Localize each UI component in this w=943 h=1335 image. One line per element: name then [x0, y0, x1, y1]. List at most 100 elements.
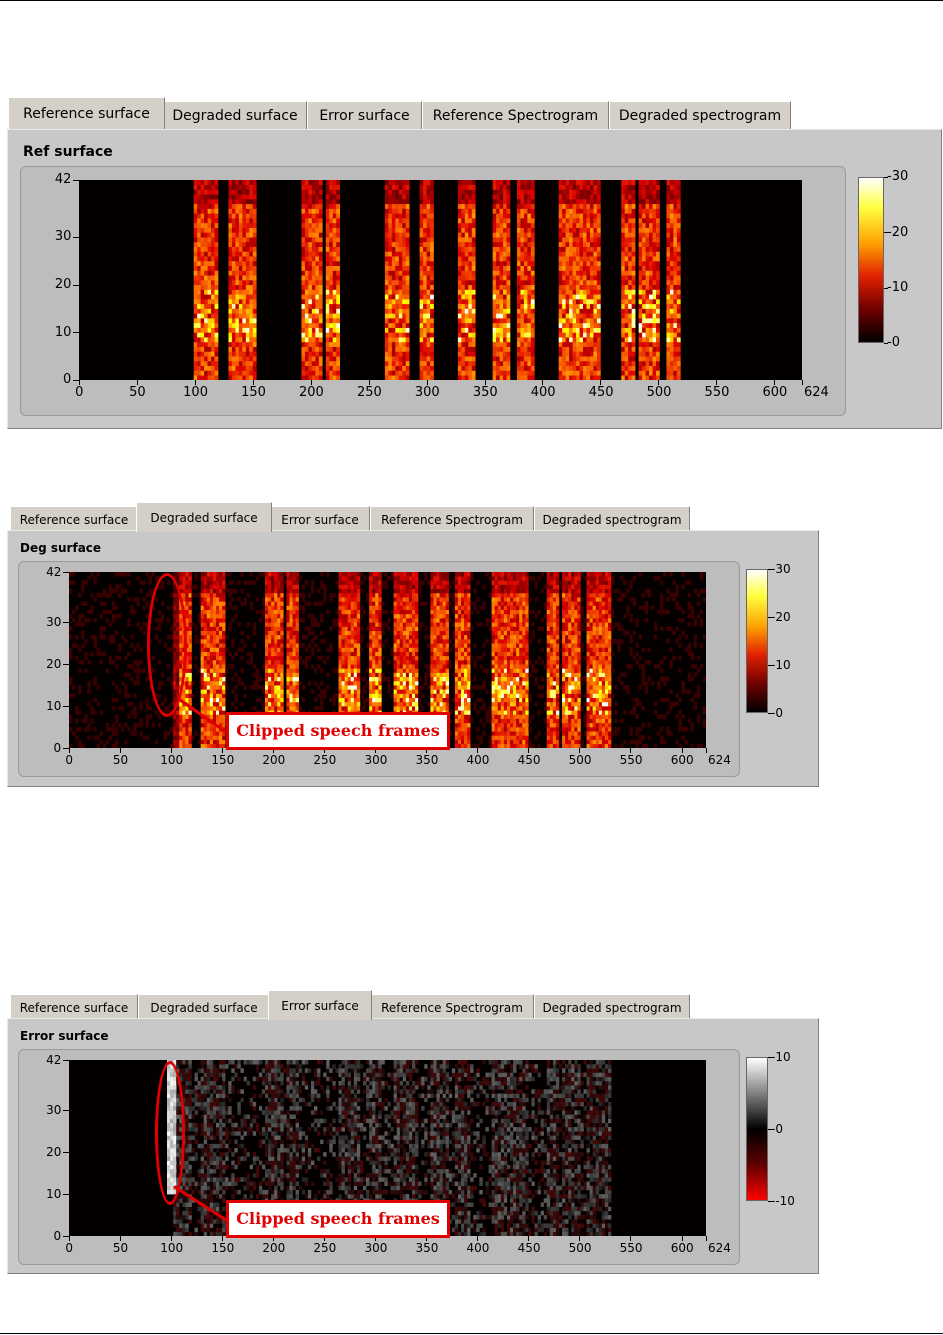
x-axis-tick-label: 50 — [112, 753, 129, 767]
x-axis-tick-label: 300 — [414, 385, 440, 400]
x-axis-tick-label: 350 — [415, 753, 439, 767]
x-axis-tick-label: 600 — [670, 753, 694, 767]
y-axis-tick-label: 20 — [46, 656, 62, 671]
x-axis-tick-label: 200 — [262, 1241, 286, 1255]
y-axis-tick — [63, 572, 69, 573]
y-axis-tick-label: 20 — [46, 1144, 62, 1159]
ref-surface-panel: Reference surface Degraded surface Error s… — [7, 97, 942, 429]
y-axis-tick-label: 30 — [46, 1103, 62, 1118]
colorbar — [858, 177, 884, 343]
tab-reference-spectrogram[interactable]: Reference Spectrogram — [370, 506, 534, 532]
y-axis-tick — [73, 237, 79, 239]
y-axis-tick-label: 30 — [54, 229, 72, 245]
plot-frame: 0 50 100 150 200 250 300 350 400 450 500 550 600 624 0… — [20, 166, 846, 416]
x-axis-tick-label: 500 — [568, 1241, 592, 1255]
tab-strip: Reference surface Degraded surface Error s… — [7, 988, 819, 1020]
y-axis-tick-label: 42 — [46, 564, 62, 579]
x-axis-tick-label: 600 — [762, 385, 788, 400]
tab-reference-surface[interactable]: Reference surface — [8, 97, 165, 129]
tab-degraded-surface[interactable]: Degraded surface — [138, 994, 270, 1020]
tab-degraded-surface[interactable]: Degraded surface — [136, 502, 272, 532]
y-axis-tick — [63, 664, 69, 666]
x-axis-tick-label: 450 — [588, 385, 614, 400]
y-axis-tick-label: 10 — [46, 698, 62, 713]
y-axis-tick-label: 42 — [54, 172, 72, 188]
y-axis-tick-label: 0 — [53, 1228, 62, 1243]
clipped-frames-ellipse — [147, 573, 188, 718]
x-axis-tick-label: 100 — [183, 385, 208, 400]
tab-degraded-spectrogram[interactable]: Degraded spectrogram — [609, 101, 791, 129]
heatmap-plot — [79, 180, 802, 380]
tab-reference-spectrogram[interactable]: Reference Spectrogram — [370, 994, 534, 1020]
y-axis-tick — [73, 332, 79, 334]
x-axis-tick-label: 100 — [160, 753, 184, 767]
y-axis-tick — [63, 1152, 69, 1154]
tab-reference-spectrogram[interactable]: Reference Spectrogram — [422, 101, 609, 129]
x-axis-tick-label: 50 — [112, 1241, 129, 1255]
y-axis-tick-label: 0 — [53, 740, 62, 755]
tab-error-surface[interactable]: Error surface — [268, 990, 372, 1020]
colorbar — [746, 1057, 768, 1201]
y-axis-tick — [63, 1194, 69, 1196]
tab-reference-surface[interactable]: Reference surface — [10, 506, 138, 532]
x-axis-tick-label: 400 — [466, 1241, 490, 1255]
x-axis-tick-label: 100 — [160, 1241, 184, 1255]
colorbar-tick-label: -10 — [771, 657, 791, 672]
surface-title: Error surface — [20, 1029, 109, 1043]
x-axis-tick-label: 400 — [466, 753, 490, 767]
tab-degraded-surface[interactable]: Degraded surface — [163, 101, 307, 129]
colorbar-tick-label: -0 — [771, 1121, 783, 1136]
y-axis-tick-label: 10 — [46, 1186, 62, 1201]
x-axis-tick-label: 250 — [313, 1241, 337, 1255]
surface-title: Ref surface — [23, 144, 113, 160]
tab-error-surface[interactable]: Error surface — [307, 101, 422, 129]
y-axis-tick — [73, 380, 79, 381]
y-axis-tick-label: 10 — [54, 324, 72, 340]
colorbar-tick-label: -10 — [887, 279, 909, 295]
y-axis-tick-label: 20 — [54, 276, 72, 292]
x-axis-tick-label: 300 — [364, 753, 388, 767]
x-axis-tick-label: 250 — [356, 385, 382, 400]
x-axis-tick-label: 0 — [65, 753, 74, 767]
clipped-frames-callout: Clipped speech frames — [226, 1199, 450, 1238]
tab-error-surface[interactable]: Error surface — [270, 506, 370, 532]
y-axis-tick — [73, 284, 79, 286]
y-axis-tick-label: 30 — [46, 615, 62, 630]
x-axis-tick-label: 450 — [517, 1241, 541, 1255]
clipped-frames-callout: Clipped speech frames — [226, 711, 450, 750]
x-axis-tick-label: 200 — [262, 753, 286, 767]
x-axis-tick-label: 150 — [241, 385, 266, 400]
x-axis-tick-label: 50 — [129, 385, 146, 400]
x-axis-tick-label: 600 — [670, 1241, 694, 1255]
y-axis-tick — [63, 622, 69, 624]
surface-title: Deg surface — [20, 541, 102, 555]
x-axis-tick — [706, 1236, 707, 1241]
colorbar-tick-label: -20 — [887, 224, 909, 240]
clipped-frames-ellipse — [155, 1061, 186, 1206]
x-axis-tick-label: 624 — [708, 753, 731, 767]
bottom-page-rule — [0, 1333, 943, 1334]
x-axis-tick-label: 350 — [415, 1241, 439, 1255]
tab-reference-surface[interactable]: Reference surface — [10, 994, 138, 1020]
x-axis-tick-label: 150 — [211, 753, 235, 767]
colorbar-tick-label: -30 — [887, 169, 909, 185]
y-axis-tick-label: 0 — [62, 372, 72, 388]
x-axis-tick-label: 150 — [211, 1241, 235, 1255]
x-axis-tick-label: 550 — [704, 385, 730, 400]
tab-strip: Reference surface Degraded surface Error s… — [7, 97, 942, 129]
x-axis-tick-label: 624 — [708, 1241, 731, 1255]
x-axis-tick-label: 250 — [313, 753, 337, 767]
tab-degraded-spectrogram[interactable]: Degraded spectrogram — [534, 994, 690, 1020]
x-axis-tick-label: 0 — [65, 1241, 74, 1255]
y-axis-tick — [73, 180, 79, 181]
x-axis-tick-label: 0 — [75, 385, 84, 400]
colorbar-tick-label: -20 — [771, 609, 791, 624]
y-axis-tick — [63, 748, 69, 749]
x-axis-tick-label: 550 — [619, 753, 643, 767]
y-axis-tick — [63, 1060, 69, 1061]
tab-degraded-spectrogram[interactable]: Degraded spectrogram — [534, 506, 690, 532]
y-axis-tick-label: 42 — [46, 1052, 62, 1067]
top-page-rule — [0, 0, 943, 1]
panel-body: Ref surface 0 50 100 150 200 250 300 350 400 450 5… — [7, 129, 942, 429]
x-axis-tick-label: 300 — [364, 1241, 388, 1255]
